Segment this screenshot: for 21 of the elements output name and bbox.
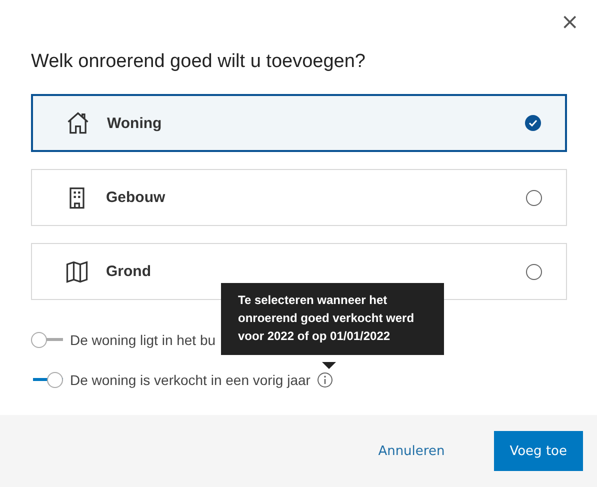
tooltip: Te selecteren wanneer het onroerend goed verkocht werd voor 2022 of op 01/01/2022 [221, 283, 444, 355]
radio-button[interactable] [526, 264, 542, 280]
option-card[interactable]: Gebouw [31, 169, 567, 226]
house-icon [65, 110, 91, 136]
info-icon[interactable] [317, 372, 334, 388]
dialog-title: Welk onroerend goed wilt u toevoegen? [31, 50, 366, 74]
option-label: Grond [106, 263, 152, 280]
toggle-switch[interactable] [31, 372, 63, 388]
tooltip-arrow [322, 362, 336, 369]
option-label: Gebouw [106, 189, 166, 206]
check-icon[interactable] [525, 115, 541, 131]
close-button[interactable]: × [556, 10, 583, 36]
option-label: Woning [107, 114, 163, 132]
toggle-label: De woning is verkocht in een vorig jaar [70, 372, 310, 388]
map-icon [64, 258, 90, 284]
toggle-switch[interactable] [31, 332, 63, 348]
cancel-button[interactable]: Annuleren [362, 431, 461, 471]
radio-button[interactable] [526, 190, 542, 206]
add-button[interactable]: Voeg toe [494, 431, 583, 471]
toggle-label: De woning ligt in het bu [70, 332, 216, 348]
option-card[interactable]: Woning [31, 94, 567, 152]
